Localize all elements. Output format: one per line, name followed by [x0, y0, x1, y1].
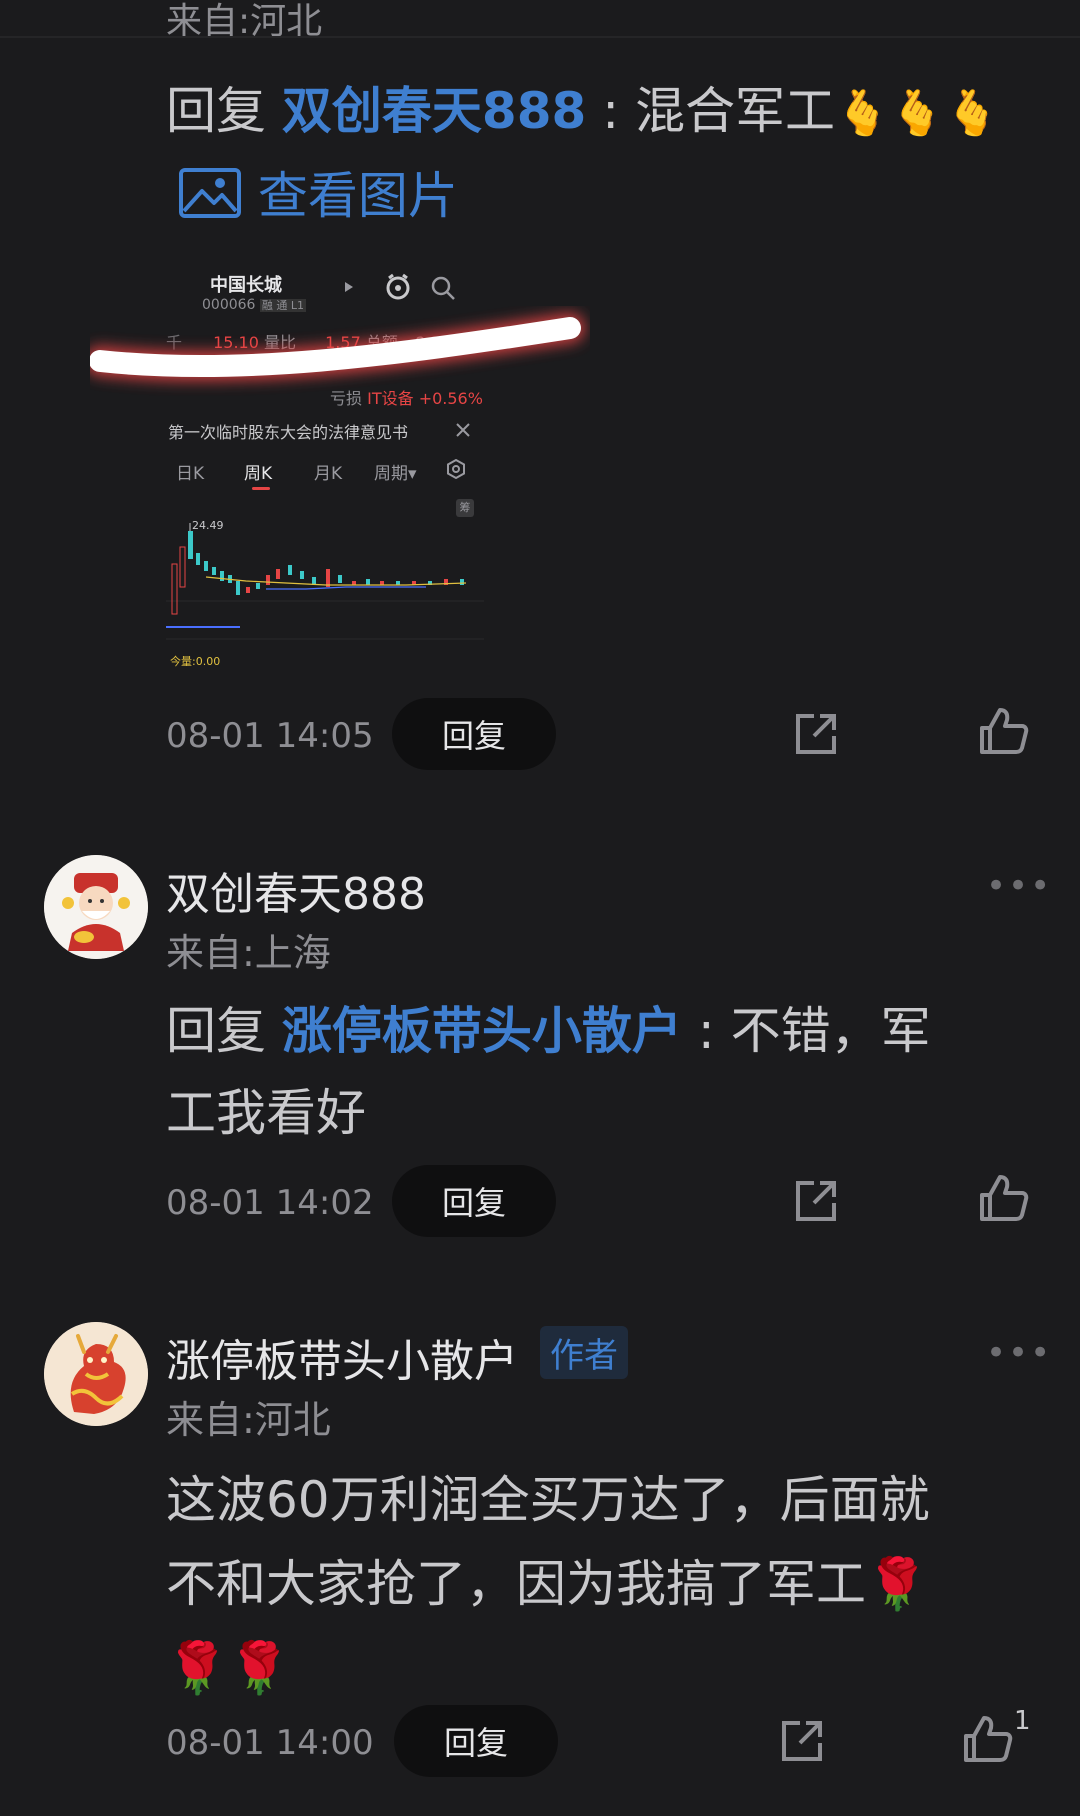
tab-week-k: 周K [244, 464, 273, 484]
high-price-label: 24.49 [192, 519, 224, 532]
comment-3-time: 08-01 14:00 [166, 1723, 374, 1763]
comment-1-time: 08-01 14:05 [166, 716, 374, 756]
play-icon [345, 282, 353, 292]
avatar[interactable] [44, 1322, 148, 1426]
tab-month-k: 月K [314, 464, 343, 484]
comment-3-location: 来自:河北 [166, 1398, 331, 1442]
comment-2-username[interactable]: 双创春天888 [166, 858, 426, 922]
comment-3-text: 这波60万利润全买万达了，后面就 不和大家抢了，因为我搞了军工🌹 🌹🌹 [166, 1458, 1046, 1710]
separator: : [697, 1002, 715, 1060]
comment-body-line-2: 不和大家抢了，因为我搞了军工🌹 [166, 1555, 929, 1613]
author-badge: 作者 [540, 1326, 628, 1379]
volume-label: 今量:0.00 [170, 654, 220, 668]
emoji-group: 🫰🫰🫰 [834, 88, 1000, 139]
comment-body-line-2: 工我看好 [166, 1084, 366, 1142]
comment-thread: 来自:河北 回复 双创春天888 : 混合军工🫰🫰🫰 查看图片 中国长城 000… [0, 0, 1080, 1816]
stock-name: 中国长城 [210, 275, 282, 296]
share-icon[interactable] [776, 1715, 828, 1767]
share-icon[interactable] [790, 708, 842, 760]
comment-2-text: 回复 涨停板带头小散户 : 不错，军 工我看好 [166, 990, 1026, 1154]
search-icon [431, 276, 455, 300]
avatar-dragon-image [44, 1322, 148, 1426]
tab-period: 周期▾ [374, 464, 417, 484]
comment-3-reply-button[interactable]: 回复 [394, 1705, 558, 1777]
like-icon[interactable] [978, 706, 1030, 758]
active-tab-indicator [252, 487, 270, 490]
comment-body: 混合军工 [634, 82, 835, 140]
alarm-icon [386, 273, 410, 300]
reply-word: 回复 [166, 1002, 266, 1060]
separator: : [602, 82, 620, 140]
comment-body-line-3: 🌹🌹 [166, 1639, 291, 1697]
close-icon [456, 423, 470, 437]
image-icon [179, 168, 241, 218]
settings-icon [447, 459, 465, 479]
more-options-icon[interactable]: ••• [986, 866, 1052, 906]
avatar-caishen-image [44, 855, 148, 959]
divider [0, 36, 1080, 38]
kline-chart: 24.49 今量:0.00 [166, 519, 484, 668]
tab-day-k: 日K [176, 464, 205, 484]
stock-notice: 第一次临时股东大会的法律意见书 [168, 423, 409, 442]
comment-2-time: 08-01 14:02 [166, 1183, 374, 1223]
comment-body-line-1: 这波60万利润全买万达了，后面就 [166, 1471, 930, 1529]
reply-word: 回复 [166, 82, 266, 140]
comment-2-reply-button[interactable]: 回复 [392, 1165, 556, 1237]
like-icon[interactable] [962, 1714, 1014, 1766]
comment-1-text: 回复 双创春天888 : 混合军工🫰🫰🫰 查看图片 [166, 70, 1026, 237]
view-image-label: 查看图片 [257, 167, 458, 225]
comment-1-reply-button[interactable]: 回复 [392, 698, 556, 770]
like-count: 1 [1014, 1706, 1031, 1736]
more-options-icon[interactable]: ••• [986, 1333, 1052, 1373]
share-icon[interactable] [790, 1175, 842, 1227]
like-icon[interactable] [978, 1173, 1030, 1225]
comment-3-username[interactable]: 涨停板带头小散户 [166, 1325, 518, 1389]
avatar[interactable] [44, 855, 148, 959]
comment-2-location: 来自:上海 [166, 931, 331, 975]
comment-body-line-1: 不错，军 [730, 1002, 931, 1060]
mention-link[interactable]: 双创春天888 [282, 82, 586, 140]
redaction-scribble [90, 313, 585, 382]
view-image-link[interactable]: 查看图片 [166, 167, 458, 225]
mention-link[interactable]: 涨停板带头小散户 [282, 1002, 682, 1060]
